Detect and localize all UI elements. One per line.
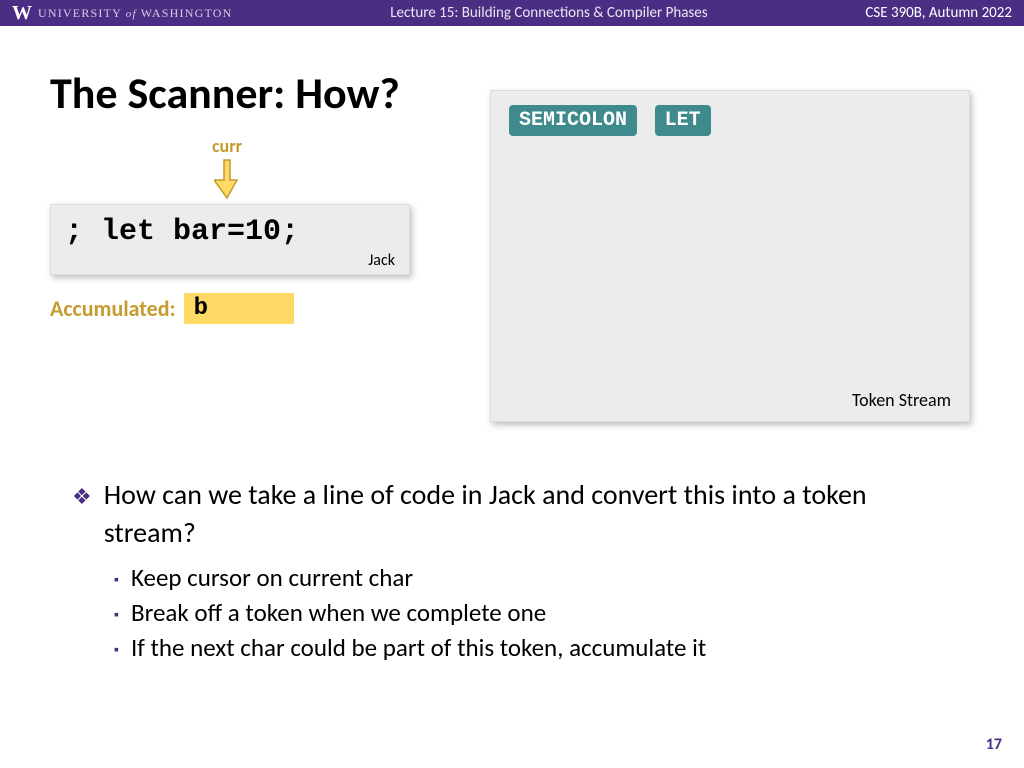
square-bullet-icon: ▪ [114,605,119,630]
page-number: 17 [986,735,1002,754]
square-bullet-icon: ▪ [114,570,119,595]
sub-bullet-text: Keep cursor on current char [131,560,413,595]
source-code-text: ; let bar=10; [65,215,395,249]
accumulated-value: b [184,293,294,324]
token: LET [655,105,711,136]
slide-header: W UNIVERSITY of WASHINGTON Lecture 15: B… [0,0,1024,26]
token: SEMICOLON [509,105,637,136]
source-column: curr ; let bar=10; Jack Accumulated: b [50,130,450,324]
header-left: W UNIVERSITY of WASHINGTON [12,3,233,23]
sub-bullet-list: ▪ Keep cursor on current char ▪ Break of… [114,560,952,665]
down-arrow-icon [214,158,240,200]
source-code-lang: Jack [65,251,395,270]
token-stream-box: SEMICOLON LET Token Stream [490,90,970,422]
main-bullet-text: How can we take a line of code in Jack a… [104,476,952,552]
university-pre: UNIVERSITY [38,6,122,20]
bullet-list: ❖ How can we take a line of code in Jack… [72,476,952,665]
university-post: WASHINGTON [141,6,233,20]
sub-bullet-text: If the next char could be part of this t… [131,630,706,665]
sub-bullet: ▪ If the next char could be part of this… [114,630,952,665]
university-of: of [126,8,137,20]
sub-bullet-text: Break off a token when we complete one [131,595,546,630]
sub-bullet: ▪ Break off a token when we complete one [114,595,952,630]
course-code: CSE 390B, Autumn 2022 [865,4,1012,22]
square-bullet-icon: ▪ [114,640,119,665]
diamond-bullet-icon: ❖ [72,482,92,552]
university-name: UNIVERSITY of WASHINGTON [38,6,233,21]
accumulated-label: Accumulated: [50,295,176,322]
main-bullet: ❖ How can we take a line of code in Jack… [72,476,952,552]
source-code-box: ; let bar=10; Jack [50,204,410,275]
uw-logo: W [12,3,32,23]
lecture-title: Lecture 15: Building Connections & Compi… [390,4,707,22]
token-stream-label: Token Stream [852,389,951,411]
slide-content: The Scanner: How? curr ; let bar=10; Jac… [0,26,1024,324]
token-list: SEMICOLON LET [509,105,951,136]
curr-label: curr [212,135,242,157]
sub-bullet: ▪ Keep cursor on current char [114,560,952,595]
accumulated-row: Accumulated: b [50,293,450,324]
